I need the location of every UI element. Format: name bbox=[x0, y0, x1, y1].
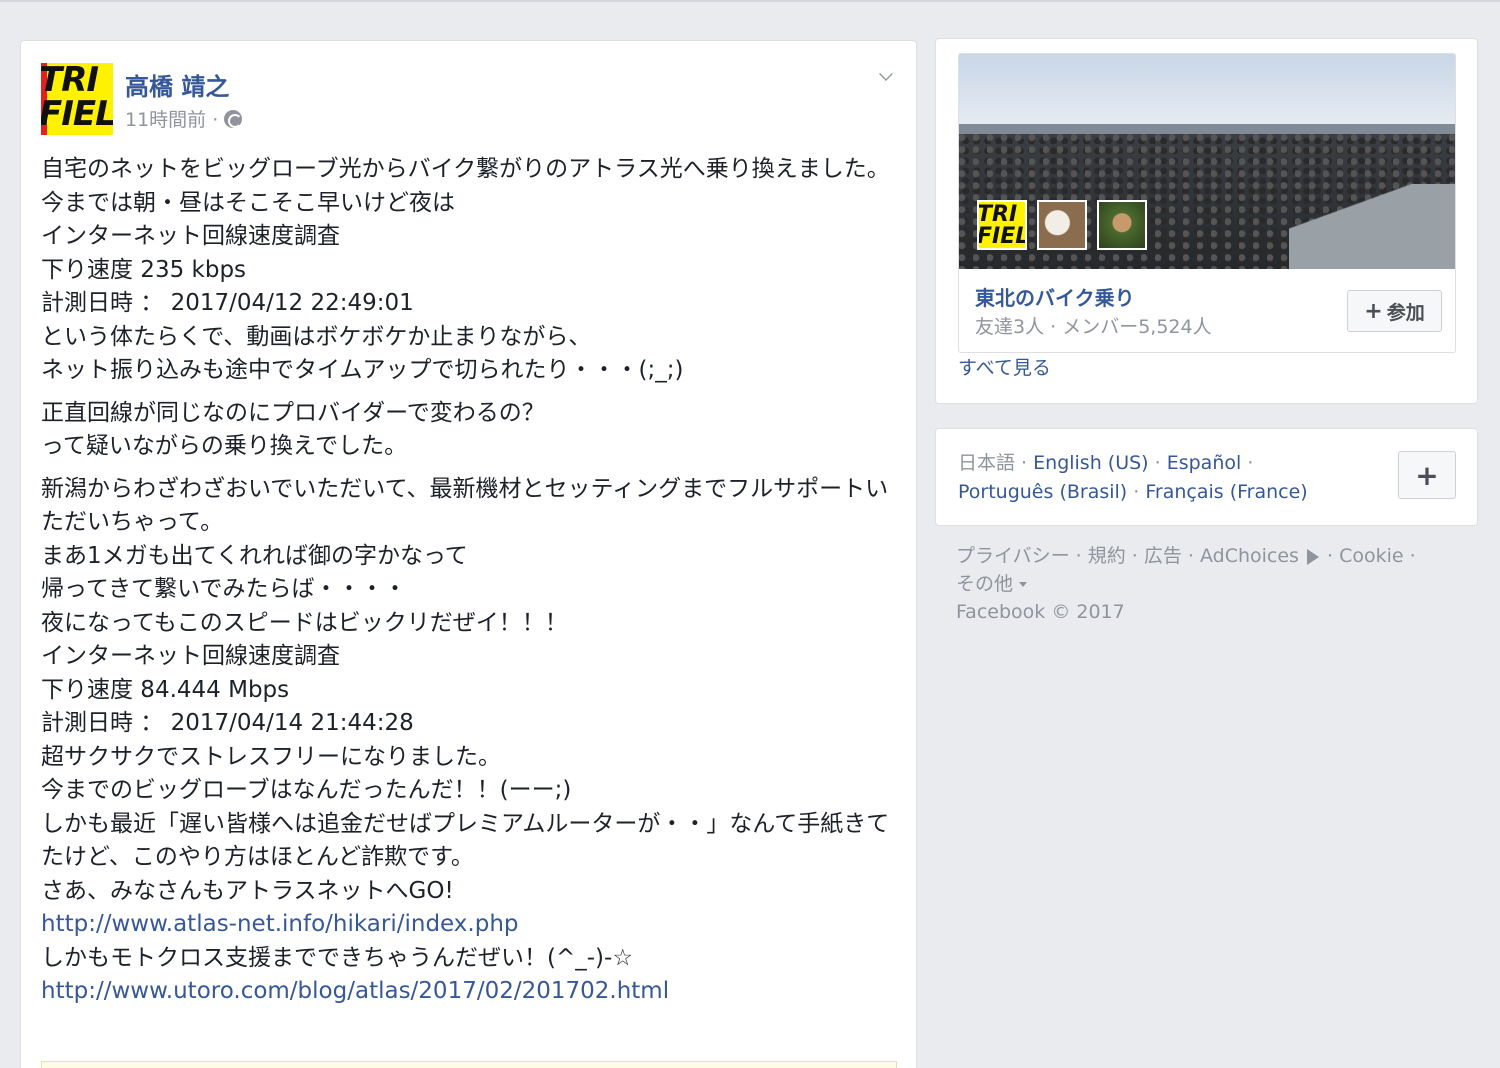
post-text-line: 正直回線が同じなのにプロバイダーで変わるの？ bbox=[41, 399, 545, 426]
see-all-link[interactable]: すべて見る bbox=[958, 353, 1051, 380]
post-paragraph: 自宅のネットをビッグローブ光からバイク繋がりのアトラス光へ乗り換えました。 今まで… bbox=[41, 153, 891, 388]
language-link[interactable]: Português (Brasil) bbox=[958, 481, 1127, 503]
post-text-line: まあ1メガも出てくれれば御の字かなって bbox=[41, 542, 468, 569]
plus-icon: + bbox=[1364, 298, 1383, 324]
footer-links-row: プライバシー · 規約 · 広告 · AdChoices · Cookie · bbox=[956, 542, 1466, 570]
group-suggestion-card: TRI FIEL 東北のバイク乗り 友達3人 · メンバー5,524人 + 参加… bbox=[935, 38, 1478, 404]
language-link[interactable]: Français (France) bbox=[1145, 481, 1307, 503]
group-cover-photo[interactable]: TRI FIEL bbox=[959, 54, 1455, 269]
author-avatar[interactable]: TRI FIEL bbox=[41, 63, 113, 135]
language-link[interactable]: English (US) bbox=[1033, 452, 1148, 474]
post-paragraph: 新潟からわざわざおいでいただいて、最新機材とセッティングまでフルサポートいただい… bbox=[41, 473, 891, 1009]
post-body: 自宅のネットをビッグローブ光からバイク繋がりのアトラス光へ乗り換えました。 今まで… bbox=[41, 153, 891, 1018]
thumb-text-line-2: FIEL bbox=[977, 224, 1027, 249]
post-meta: 11時間前 · bbox=[125, 105, 243, 132]
join-group-button[interactable]: + 参加 bbox=[1347, 290, 1442, 332]
chevron-down-icon[interactable] bbox=[879, 67, 893, 81]
post-text-line: 夜になってもこのスピードはビックリだぜイ！！！ bbox=[41, 609, 568, 636]
cover-road bbox=[1289, 184, 1455, 269]
member-thumbnails: TRI FIEL bbox=[977, 200, 1147, 250]
footer-links-tail[interactable]: · Cookie · bbox=[1327, 545, 1416, 567]
post-paragraph: 正直回線が同じなのにプロバイダーで変わるの？ って疑いながらの乗り換えでした。 bbox=[41, 397, 891, 464]
add-language-button[interactable]: + bbox=[1398, 451, 1456, 499]
current-language: 日本語 · bbox=[958, 452, 1028, 474]
language-card: 日本語 · English (US) · Español · Português… bbox=[935, 428, 1478, 526]
caret-down-icon[interactable] bbox=[1019, 582, 1028, 587]
post-text-line: ネット振り込みも途中でタイムアップで切られたり・・・(;_;) bbox=[41, 357, 684, 383]
join-label: 参加 bbox=[1386, 301, 1425, 324]
thumb-text-line-1: TRI bbox=[977, 202, 1018, 227]
footer-more-row: その他 bbox=[956, 570, 1466, 598]
post-text-line: 超サクサクでストレスフリーになりました。 bbox=[41, 743, 501, 770]
avatar-text-line-2: FIEL bbox=[41, 94, 113, 134]
group-name[interactable]: 東北のバイク乗り bbox=[975, 282, 1135, 311]
language-list: 日本語 · English (US) · Español · Português… bbox=[958, 452, 1308, 503]
avatar-text-line-1: TRI bbox=[41, 63, 99, 100]
member-avatar[interactable] bbox=[1097, 200, 1147, 250]
footer: プライバシー · 規約 · 広告 · AdChoices · Cookie · … bbox=[956, 542, 1466, 626]
post-text-line: という体たらくで、動画はボケボケか止まりながら、 bbox=[41, 323, 592, 350]
post-text-line: 帰ってきて繋いでみたらば・・・・ bbox=[41, 576, 407, 602]
post-text-line: 自宅のネットをビッグローブ光からバイク繋がりのアトラス光へ乗り換えました。 bbox=[41, 156, 890, 182]
group-stats: 友達3人 · メンバー5,524人 bbox=[975, 316, 1212, 338]
language-link[interactable]: Español bbox=[1167, 452, 1242, 474]
post-text-line: 計測日時 ： 2017/04/14 21:44:28 bbox=[41, 710, 414, 736]
post-card: TRI FIEL 高橋 靖之 11時間前 · 自宅のネットをビッグローブ光からバ… bbox=[20, 40, 917, 1068]
link-attachment-preview[interactable] bbox=[41, 1061, 897, 1068]
member-avatar[interactable] bbox=[1037, 200, 1087, 250]
author-name[interactable]: 高橋 靖之 bbox=[125, 67, 229, 102]
post-text-line: インターネット回線速度調査 bbox=[41, 223, 340, 249]
footer-more-link[interactable]: その他 bbox=[956, 573, 1013, 595]
cover-sky bbox=[959, 54, 1455, 134]
post-text-line: インターネット回線速度調査 bbox=[41, 643, 340, 669]
post-text-line: 今までは朝・昼はそこそこ早いけど夜は bbox=[41, 189, 455, 216]
post-text-line: 新潟からわざわざおいでいただいて、最新機材とセッティングまでフルサポートいただい… bbox=[41, 475, 889, 536]
top-bar-edge bbox=[0, 0, 1500, 2]
globe-icon[interactable] bbox=[224, 109, 243, 128]
post-link[interactable]: http://www.atlas-net.info/hikari/index.p… bbox=[41, 908, 891, 942]
post-text-line: 今までのビッグローブはなんだったんだ！！(ーー;) bbox=[41, 777, 572, 803]
post-text-line: 下り速度 235 kbps bbox=[41, 256, 247, 283]
post-text-line: しかもモトクロス支援までできちゃうんだぜい！(^_-)-☆ bbox=[41, 944, 633, 971]
group-tile: TRI FIEL 東北のバイク乗り 友達3人 · メンバー5,524人 + 参加 bbox=[958, 53, 1456, 353]
adchoices-icon[interactable] bbox=[1307, 548, 1319, 565]
post-text-line: 計測日時 ： 2017/04/12 22:49:01 bbox=[41, 290, 414, 316]
footer-copyright: Facebook © 2017 bbox=[956, 601, 1125, 623]
member-avatar[interactable]: TRI FIEL bbox=[977, 200, 1027, 250]
post-text-line: さあ、みなさんもアトラスネットへGO! bbox=[41, 877, 454, 904]
footer-links[interactable]: プライバシー · 規約 · 広告 · AdChoices bbox=[956, 545, 1299, 567]
post-text-line: って疑いながらの乗り換えでした。 bbox=[41, 433, 408, 459]
post-link[interactable]: http://www.utoro.com/blog/atlas/2017/02/… bbox=[41, 975, 891, 1009]
post-text-line: 下り速度 84.444 Mbps bbox=[41, 676, 290, 703]
post-text-line: しかも最近「遅い皆様へは追金だせばプレミアムルーターが・・」なんて手紙きてたけど… bbox=[41, 810, 890, 871]
post-timestamp[interactable]: 11時間前 · bbox=[125, 105, 218, 132]
